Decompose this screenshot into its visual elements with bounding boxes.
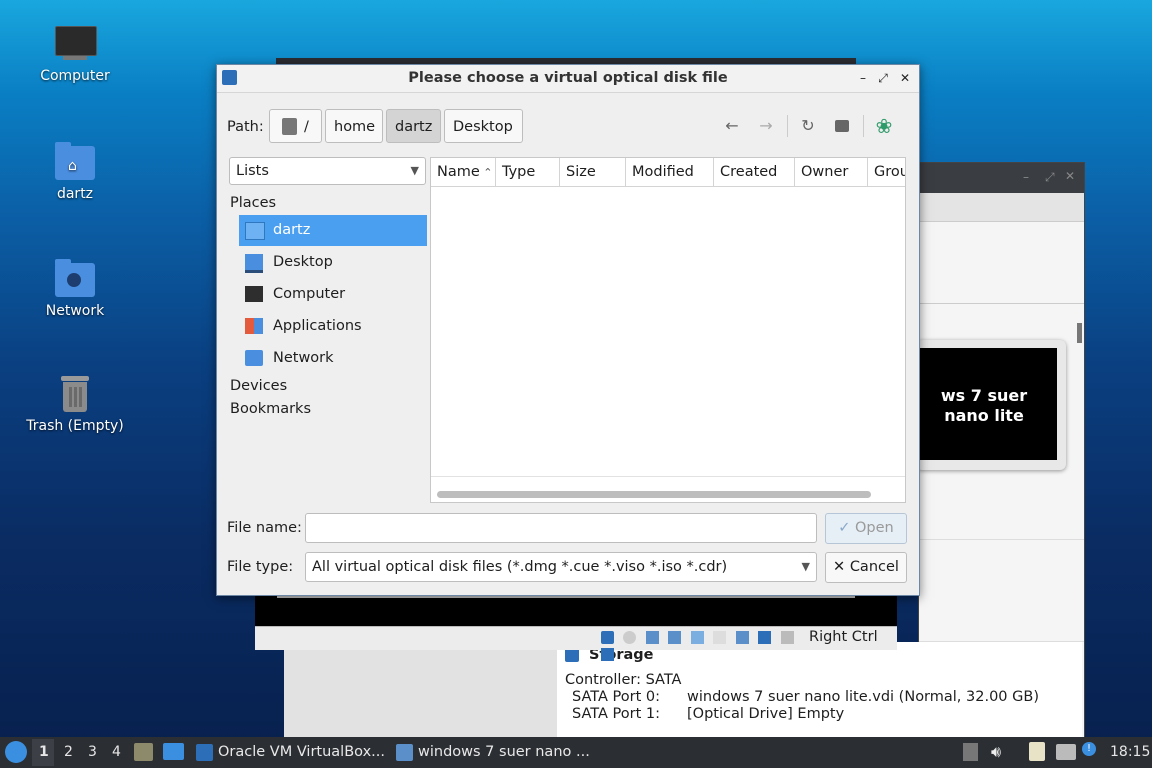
place-item-applications[interactable]: Applications [239, 311, 427, 342]
filetype-select[interactable]: All virtual optical disk files (*.dmg *.… [305, 552, 817, 582]
workspace-2[interactable]: 2 [64, 744, 73, 760]
desktop-icon-label: dartz [56, 186, 94, 202]
place-item-desktop[interactable]: Desktop [239, 247, 427, 278]
start-menu-icon[interactable] [5, 741, 27, 763]
storage-icon [565, 648, 579, 662]
task-virtualbox-manager[interactable]: Oracle VM VirtualBox... [192, 739, 387, 766]
refresh-icon[interactable]: ↻ [797, 115, 819, 137]
dialog-titlebar[interactable]: Please choose a virtual optical disk fil… [217, 65, 919, 93]
notification-icon[interactable]: ! [1082, 742, 1096, 756]
path-button-dartz[interactable]: dartz [386, 109, 441, 143]
path-label: Path: [227, 119, 264, 135]
new-folder-icon[interactable] [831, 115, 853, 137]
file-list-header: Name ⌃ Type Size Modified Created Owner … [431, 158, 905, 187]
back-arrow-icon[interactable]: ← [721, 115, 743, 137]
desktop-icon-trash[interactable]: Trash (Empty) [20, 374, 130, 434]
column-header-group[interactable]: Grou [868, 158, 905, 186]
column-header-modified[interactable]: Modified [626, 158, 714, 186]
file-chooser-dialog[interactable]: Please choose a virtual optical disk fil… [216, 64, 920, 596]
clipboard-icon[interactable] [963, 743, 978, 761]
open-button[interactable]: ✓ Open [825, 513, 907, 544]
storage-port1-value: [Optical Drive] Empty [687, 706, 845, 722]
host-key-label: Right Ctrl [809, 629, 878, 645]
monitor-icon [53, 24, 97, 64]
desktop-icon-network[interactable]: Network [20, 259, 130, 319]
forward-arrow-icon[interactable]: → [755, 115, 777, 137]
taskbar: 1 2 3 4 Oracle VM VirtualBox... windows … [0, 737, 1152, 768]
sort-ascending-icon: ⌃ [479, 166, 493, 179]
filetype-label: File type: [227, 559, 294, 575]
dialog-title: Please choose a virtual optical disk fil… [408, 70, 728, 86]
path-button-desktop[interactable]: Desktop [444, 109, 523, 143]
filename-label: File name: [227, 520, 302, 536]
close-icon[interactable]: ✕ [896, 69, 914, 87]
desktop-icon-label: Trash (Empty) [26, 418, 124, 434]
cancel-button[interactable]: ✕ Cancel [825, 552, 907, 583]
view-mode-select[interactable]: Lists ▼ [229, 157, 426, 185]
vm-status-icons [601, 631, 801, 661]
trash-icon [53, 374, 97, 414]
chevron-down-icon: ▼ [410, 164, 419, 177]
checkmark-icon: ✓ [838, 520, 851, 536]
storage-details-panel: Storage Controller: SATA SATA Port 0: wi… [557, 642, 1082, 737]
maximize-icon[interactable]: ⤢ [874, 69, 892, 87]
computer-icon [245, 286, 263, 302]
drive-icon [282, 118, 297, 135]
place-item-computer[interactable]: Computer [239, 279, 427, 310]
applications-icon [245, 318, 263, 334]
task-vm-window[interactable]: windows 7 suer nano ... [392, 739, 592, 766]
vm-display-window[interactable]: Right Ctrl [255, 594, 897, 661]
vm-preview-title: ws 7 suer nano lite [940, 386, 1028, 425]
minimize-icon[interactable]: – [854, 69, 872, 87]
window-titlebar[interactable]: – ⤢ ✕ [919, 163, 1084, 193]
vm-icon [396, 744, 413, 761]
desktop-icon-dartz[interactable]: ⌂ dartz [20, 142, 130, 202]
path-button-home[interactable]: home [325, 109, 383, 143]
column-header-owner[interactable]: Owner [795, 158, 868, 186]
clock: 18:15 [1110, 744, 1151, 760]
desktop-icon-label: Network [45, 303, 105, 319]
storage-port0-value: windows 7 suer nano lite.vdi (Normal, 32… [687, 689, 1039, 705]
network-folder-icon [53, 259, 97, 299]
volume-icon[interactable]: 🔊︎ [991, 742, 1001, 762]
vm-preview: ws 7 suer nano lite [916, 340, 1066, 470]
network-share-icon[interactable]: ❀ [873, 115, 895, 137]
bookmarks-heading: Bookmarks [230, 401, 312, 417]
devices-heading: Devices [230, 378, 288, 394]
column-header-type[interactable]: Type [496, 158, 560, 186]
horizontal-scrollbar[interactable] [437, 491, 871, 498]
home-folder-icon: ⌂ [53, 142, 97, 182]
path-button-root[interactable]: / [269, 109, 322, 143]
notes-icon[interactable] [1029, 742, 1045, 761]
file-manager-icon[interactable] [134, 743, 153, 761]
file-list[interactable]: Name ⌃ Type Size Modified Created Owner … [430, 157, 906, 503]
place-item-dartz[interactable]: dartz [239, 215, 427, 246]
show-desktop-icon[interactable] [163, 743, 184, 760]
storage-port0-label: SATA Port 0: [572, 689, 660, 705]
network-status-icon[interactable] [1056, 744, 1076, 760]
workspace-3[interactable]: 3 [88, 744, 97, 760]
desktop-icon [245, 254, 263, 273]
close-x-icon: ✕ [833, 559, 846, 575]
desktop-icon-computer[interactable]: Computer [20, 24, 130, 84]
network-icon [245, 350, 263, 366]
home-icon [245, 222, 265, 240]
column-header-size[interactable]: Size [560, 158, 626, 186]
storage-port1-label: SATA Port 1: [572, 706, 660, 722]
workspace-1[interactable]: 1 [39, 744, 49, 760]
places-heading: Places [230, 195, 277, 211]
filename-input[interactable] [305, 513, 817, 543]
chevron-down-icon: ▼ [801, 560, 810, 573]
column-header-created[interactable]: Created [714, 158, 795, 186]
column-header-name[interactable]: Name ⌃ [431, 158, 496, 186]
desktop-icon-label: Computer [40, 68, 110, 84]
workspace-4[interactable]: 4 [112, 744, 121, 760]
storage-controller: Controller: SATA [565, 672, 682, 688]
place-item-network[interactable]: Network [239, 343, 427, 374]
vm-statusbar: Right Ctrl [255, 626, 897, 661]
virtualbox-icon [196, 744, 213, 761]
